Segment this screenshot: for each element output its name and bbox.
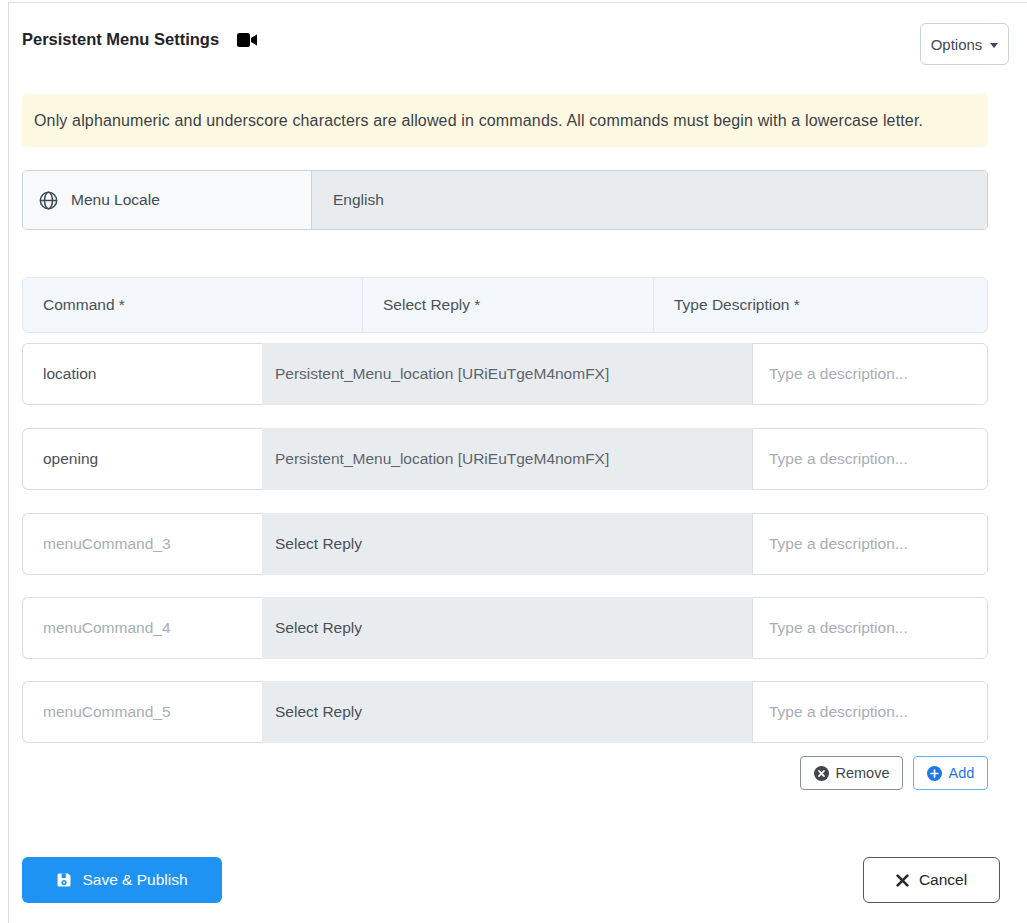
select-reply-text: Select Reply [275,619,362,637]
notice-banner: Only alphanumeric and underscore charact… [22,94,988,147]
column-header-select-reply: Select Reply * [363,278,654,332]
command-input[interactable] [22,681,262,743]
page-title: Persistent Menu Settings [22,30,219,49]
command-input[interactable] [22,343,262,405]
add-button[interactable]: Add [913,756,988,790]
select-reply-dropdown[interactable]: Persistent_Menu_location [URiEuTgeM4nomF… [262,428,752,490]
notice-text: Only alphanumeric and underscore charact… [34,112,923,130]
save-publish-button[interactable]: Save & Publish [22,857,222,903]
description-input[interactable] [752,513,988,575]
menu-locale-group: Menu Locale English [22,170,988,230]
command-input[interactable] [22,428,262,490]
table-row: Select Reply [22,681,988,743]
select-reply-dropdown[interactable]: Select Reply [262,681,752,743]
table-row: Persistent_Menu_location [URiEuTgeM4nomF… [22,428,988,490]
command-input[interactable] [22,597,262,659]
table-row: Select Reply [22,597,988,659]
x-circle-icon [814,766,829,781]
globe-icon [39,191,58,210]
select-reply-text: Persistent_Menu_location [URiEuTgeM4nomF… [275,450,609,468]
description-input[interactable] [752,343,988,405]
command-input[interactable] [22,513,262,575]
select-reply-dropdown[interactable]: Select Reply [262,597,752,659]
select-reply-dropdown[interactable]: Select Reply [262,513,752,575]
description-input[interactable] [752,681,988,743]
menu-locale-label: Menu Locale [23,171,312,229]
column-header-type-description: Type Description * [654,278,987,332]
cancel-label: Cancel [919,871,967,889]
plus-circle-icon [927,766,942,781]
select-reply-dropdown[interactable]: Persistent_Menu_location [URiEuTgeM4nomF… [262,343,752,405]
menu-locale-value-text: English [333,191,384,209]
save-icon [56,872,72,888]
column-header-command: Command * [23,278,363,332]
select-reply-text: Persistent_Menu_location [URiEuTgeM4nomF… [275,365,609,383]
options-label: Options [931,36,983,53]
save-publish-label: Save & Publish [82,871,187,889]
select-reply-text: Select Reply [275,703,362,721]
chevron-down-icon [990,43,998,48]
add-label: Add [949,765,975,781]
table-row: Persistent_Menu_location [URiEuTgeM4nomF… [22,343,988,405]
cancel-button[interactable]: Cancel [863,857,1000,903]
menu-locale-value[interactable]: English [312,171,987,229]
menu-locale-text: Menu Locale [71,191,160,209]
table-header: Command * Select Reply * Type Descriptio… [22,277,988,333]
select-reply-text: Select Reply [275,535,362,553]
description-input[interactable] [752,597,988,659]
video-camera-icon [237,32,258,48]
remove-label: Remove [836,765,890,781]
description-input[interactable] [752,428,988,490]
remove-button[interactable]: Remove [800,756,903,790]
table-row: Select Reply [22,513,988,575]
close-icon [896,874,909,887]
options-button[interactable]: Options [920,23,1009,65]
